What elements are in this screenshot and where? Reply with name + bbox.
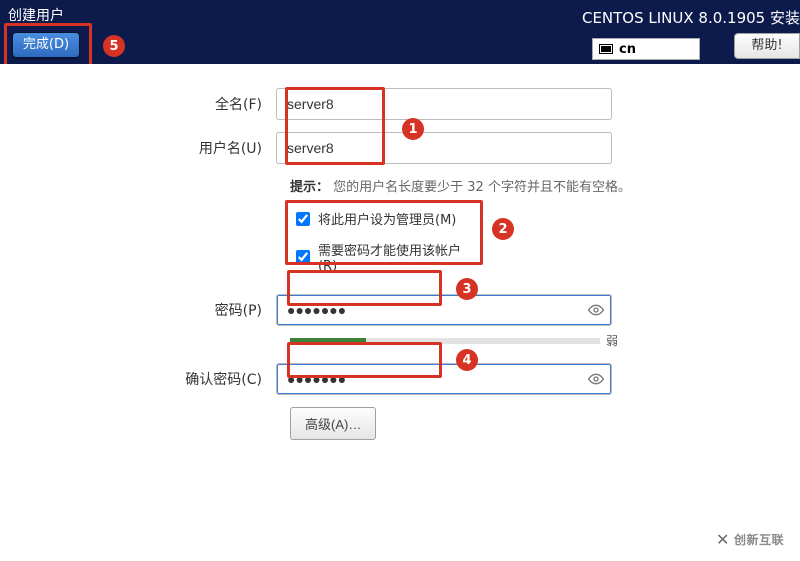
keyboard-icon	[599, 44, 613, 54]
fullname-input[interactable]	[276, 88, 612, 120]
page-title: 创建用户	[8, 5, 64, 25]
help-button[interactable]: 帮助!	[734, 33, 800, 59]
password-input[interactable]	[276, 294, 612, 326]
watermark-icon: ✕	[716, 530, 730, 549]
watermark-text: 创新互联	[734, 531, 784, 548]
fullname-label: 全名(F)	[0, 94, 276, 114]
admin-checkbox[interactable]	[296, 212, 310, 226]
password-label: 密码(P)	[0, 300, 276, 320]
password-strength-bar	[290, 338, 600, 344]
done-button[interactable]: 完成(D)	[12, 32, 80, 58]
eye-icon[interactable]	[588, 371, 604, 387]
keyboard-layout-selector[interactable]: cn	[592, 38, 700, 60]
watermark: ✕ 创新互联	[700, 517, 800, 561]
confirm-password-label: 确认密码(C)	[0, 369, 276, 389]
username-label: 用户名(U)	[0, 138, 276, 158]
keyboard-layout-label: cn	[619, 42, 636, 57]
annotation-step-5: 5	[103, 35, 125, 57]
password-strength-label: 弱	[606, 332, 618, 349]
installer-title: CENTOS LINUX 8.0.1905 安装	[582, 7, 800, 28]
checkbox-group: 将此用户设为管理员(M) 需要密码才能使用该帐户(R)	[290, 203, 486, 290]
eye-icon[interactable]	[588, 302, 604, 318]
require-password-checkbox[interactable]	[296, 250, 310, 264]
confirm-password-input[interactable]	[276, 363, 612, 395]
hint-text: 您的用户名长度要少于 32 个字符并且不能有空格。	[333, 180, 631, 195]
require-password-checkbox-label: 需要密码才能使用该帐户(R)	[318, 240, 480, 274]
admin-checkbox-row[interactable]: 将此用户设为管理员(M)	[296, 209, 480, 228]
hint-lead: 提示：	[290, 180, 329, 195]
advanced-button[interactable]: 高级(A)…	[290, 407, 376, 440]
admin-checkbox-label: 将此用户设为管理员(M)	[318, 209, 456, 228]
username-input[interactable]	[276, 132, 612, 164]
require-password-checkbox-row[interactable]: 需要密码才能使用该帐户(R)	[296, 240, 480, 274]
